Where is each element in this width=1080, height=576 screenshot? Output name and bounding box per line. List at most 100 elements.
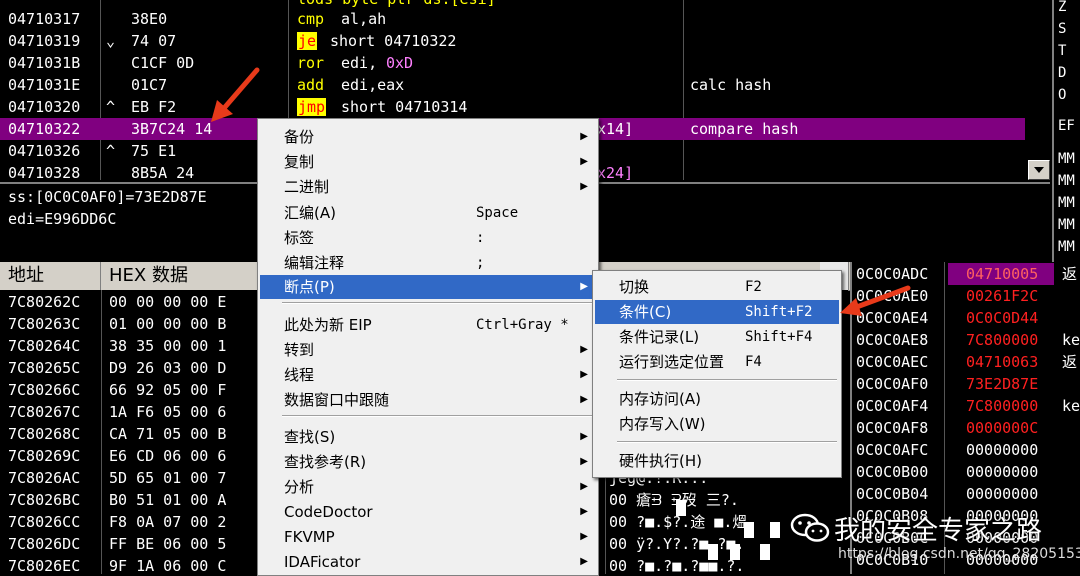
disasm-addr[interactable]: 04710320: [8, 96, 80, 118]
mm-label: MM: [1058, 151, 1075, 167]
dump-hex: 00 00 00 00 E: [109, 293, 227, 311]
jump-marker: ⌄: [106, 32, 116, 50]
red-arrow-icon: [211, 67, 260, 122]
stack-address[interactable]: 0C0C0B00: [856, 461, 928, 483]
dump-hex: 1A F6 05 00 6: [109, 403, 227, 421]
disasm-bytes: 01C7: [131, 76, 168, 94]
context-menu-item[interactable]: 转到 ▶: [260, 338, 596, 362]
context-menu-item[interactable]: 汇编(A) Space: [260, 201, 596, 225]
disasm-addr[interactable]: 04710322: [8, 118, 80, 140]
breakpoint-menu-item[interactable]: 条件(C) Shift+F2: [595, 300, 839, 324]
disasm-addr[interactable]: 04710319: [8, 30, 80, 52]
context-menu-item[interactable]: 标签:: [260, 226, 596, 250]
dump-address[interactable]: 7C80262C: [8, 291, 80, 313]
menu-item-label: FKVMP: [284, 528, 335, 546]
disasm-addr[interactable]: 0471031E: [8, 74, 80, 96]
menu-item-label: 二进制: [284, 178, 330, 196]
stack-address[interactable]: 0C0C0AE8: [856, 329, 928, 351]
breakpoint-menu-item[interactable]: 条件记录(L) Shift+F4: [595, 325, 839, 349]
breakpoint-menu-item[interactable]: 内存写入(W): [595, 412, 839, 436]
dump-address[interactable]: 7C8026CC: [8, 511, 80, 533]
disasm-addr[interactable]: 04710326: [8, 140, 80, 162]
context-menu-item[interactable]: 编辑注释;: [260, 251, 596, 275]
disasm-comment: compare hash: [690, 120, 799, 138]
red-arrow-icon: [840, 285, 911, 316]
column-header-address[interactable]: 地址: [0, 262, 101, 290]
menu-item-shortcut: Shift+F2: [745, 304, 813, 320]
breakpoint-submenu[interactable]: 切换 F2 条件(C) Shift+F2 条件记录(L) Shift+F4 运行到选定位置 F…: [592, 270, 842, 478]
context-menu-item[interactable]: FKVMP ▶: [260, 525, 596, 549]
dump-address[interactable]: 7C80264C: [8, 335, 80, 357]
disasm-operands: x14]: [597, 120, 634, 138]
context-menu-item[interactable]: 数据窗口中跟随 ▶: [260, 388, 596, 412]
context-menu[interactable]: 备份 ▶ 复制 ▶ 二进制 ▶ 汇编(A) Space 标签: 编辑注释; 断点(P) ▶ 此处为新 E…: [257, 118, 599, 576]
stack-address[interactable]: 0C0C0B04: [856, 483, 928, 505]
dump-address[interactable]: 7C8026AC: [8, 467, 80, 489]
stack-comment: 返: [1062, 353, 1078, 371]
stack-address[interactable]: 0C0C0AFC: [856, 439, 928, 461]
menu-item-shortcut: :: [476, 230, 485, 246]
dump-address[interactable]: 7C80263C: [8, 313, 80, 335]
dump-address[interactable]: 7C8026DC: [8, 533, 80, 555]
stack-comment: 返: [1062, 265, 1078, 283]
disasm-bytes: 3B7C24 14: [131, 120, 213, 138]
context-menu-item[interactable]: CodeDoctor ▶: [260, 500, 596, 524]
context-menu-item[interactable]: 二进制 ▶: [260, 175, 596, 199]
disasm-addr[interactable]: 04710317: [8, 8, 80, 30]
disasm-mnemonic: ror: [297, 54, 325, 72]
dump-hex: 9F 1A 06 00 C: [109, 557, 227, 574]
dump-hex: CA 71 05 00 B: [109, 425, 227, 443]
menu-item-label: 查找参考(R): [284, 453, 367, 471]
context-menu-item[interactable]: 断点(P) ▶: [260, 275, 596, 299]
context-menu-item[interactable]: IDAFicator ▶: [260, 550, 596, 574]
dump-address[interactable]: 7C80267C: [8, 401, 80, 423]
menu-item-label: 此处为新 EIP: [284, 316, 372, 334]
disasm-addr[interactable]: 0471031B: [8, 52, 80, 74]
scroll-down-button[interactable]: [1028, 160, 1050, 180]
breakpoint-menu-item[interactable]: 硬件执行(H): [595, 449, 839, 473]
context-menu-item[interactable]: 线程 ▶: [260, 363, 596, 387]
dump-hex: B0 51 01 00 A: [109, 491, 227, 509]
context-menu-item[interactable]: 此处为新 EIP Ctrl+Gray *: [260, 313, 596, 337]
stack-value: 04710063: [966, 353, 1039, 371]
breakpoint-menu-item[interactable]: 内存访问(A): [595, 387, 839, 411]
menu-item-shortcut: Shift+F4: [745, 329, 813, 345]
menu-item-label: 转到: [284, 341, 315, 359]
dump-address[interactable]: 7C80269C: [8, 445, 80, 467]
column-divider: [683, 0, 684, 180]
watermark: 我的安全专家之路 https://blog.csdn.net/qq_282051…: [786, 508, 1080, 568]
dump-address[interactable]: 7C80268C: [8, 423, 80, 445]
disasm-partial-instr: lods byte ptr ds:[esi]: [297, 0, 496, 10]
context-menu-item[interactable]: 查找参考(R) ▶: [260, 450, 596, 474]
context-menu-item[interactable]: 复制 ▶: [260, 150, 596, 174]
dump-hex: E6 CD 06 00 6: [109, 447, 227, 465]
stack-value: 00000000: [966, 463, 1039, 481]
breakpoint-menu-item[interactable]: 切换 F2: [595, 275, 839, 299]
stack-address[interactable]: 0C0C0AF8: [856, 417, 928, 439]
context-menu-item[interactable]: 查找(S) ▶: [260, 425, 596, 449]
menu-item-shortcut: F4: [745, 354, 762, 370]
disasm-addr[interactable]: 04710328: [8, 162, 80, 180]
dump-address[interactable]: 7C8026BC: [8, 489, 80, 511]
menu-item-label: 复制: [284, 153, 315, 171]
context-menu-item[interactable]: 分析 ▶: [260, 475, 596, 499]
disasm-immediate: 0xD: [386, 54, 414, 72]
disasm-partial-comment: load function name: [690, 0, 853, 10]
dump-address[interactable]: 7C80266C: [8, 379, 80, 401]
stack-address[interactable]: 0C0C0AF4: [856, 395, 928, 417]
breakpoint-menu-item[interactable]: 运行到选定位置 F4: [595, 350, 839, 374]
stack-address[interactable]: 0C0C0AEC: [856, 351, 928, 373]
menu-separator: [282, 302, 594, 304]
context-menu-item[interactable]: 备份 ▶: [260, 125, 596, 149]
stack-value: 7C800000: [966, 331, 1039, 349]
disasm-operands: al,ah: [341, 10, 387, 28]
ascii-block-glyph: [744, 522, 754, 538]
dump-address[interactable]: 7C8026EC: [8, 555, 80, 574]
column-divider: [101, 290, 102, 574]
menu-item-label: 切换: [619, 278, 650, 296]
disasm-operands: x24]: [597, 164, 634, 180]
disasm-bytes: 74 07: [131, 32, 177, 50]
dump-ascii: 00 ÿ?.Y?.?■.?■.: [609, 535, 745, 553]
stack-address[interactable]: 0C0C0AF0: [856, 373, 928, 395]
dump-address[interactable]: 7C80265C: [8, 357, 80, 379]
